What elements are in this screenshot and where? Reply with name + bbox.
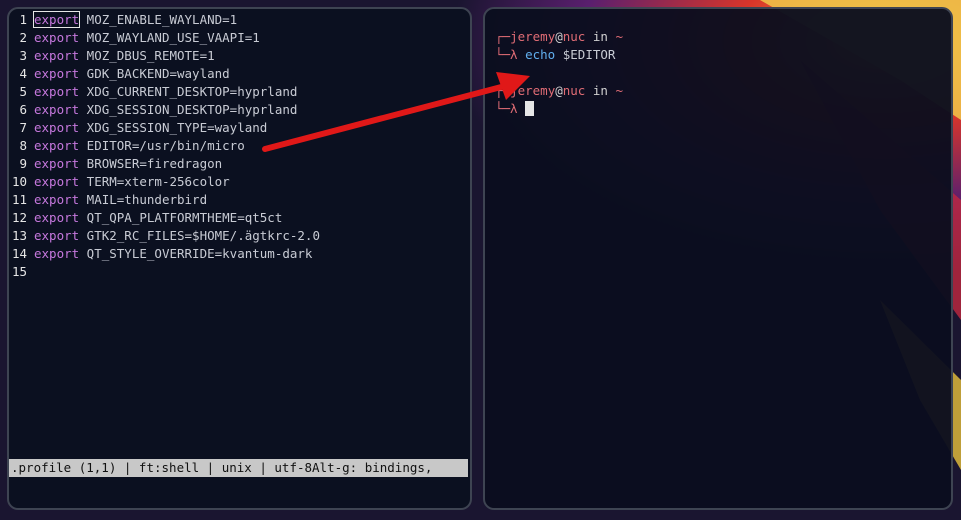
assignment-text: XDG_CURRENT_DESKTOP=hyprland	[79, 84, 298, 99]
lambda-prompt: └─λ	[495, 101, 526, 116]
prompt-line: ┌─jeremy@nuc in ~	[495, 28, 623, 46]
prompt-at: @	[555, 83, 563, 98]
prompt-in: in	[585, 29, 616, 44]
line-number: 7	[19, 120, 27, 135]
line-text: export GTK2_RC_FILES=$HOME/.ägtkrc-2.0	[34, 227, 320, 245]
line-number: 13	[11, 228, 27, 243]
line-number: 4	[19, 66, 27, 81]
lambda-prompt: └─λ	[495, 47, 526, 62]
line-number: 14	[11, 246, 27, 261]
line-text: export TERM=xterm-256color	[34, 173, 230, 191]
line-number: 9	[19, 156, 27, 171]
assignment-text: QT_QPA_PLATFORMTHEME=qt5ct	[79, 210, 283, 225]
line-text: export QT_QPA_PLATFORMTHEME=qt5ct	[34, 209, 282, 227]
prompt-user: jeremy	[510, 83, 556, 98]
keyword-export: export	[34, 192, 80, 207]
keyword-export: export	[34, 30, 80, 45]
assignment-text: MAIL=thunderbird	[79, 192, 208, 207]
prompt-line: ┌─jeremy@nuc in ~	[495, 82, 623, 100]
keyword-export: export	[34, 156, 80, 171]
assignment-text: MOZ_DBUS_REMOTE=1	[79, 48, 215, 63]
empty-output-line	[495, 64, 623, 82]
assignment-text: GDK_BACKEND=wayland	[79, 66, 230, 81]
prompt-bracket: ┌─	[495, 29, 511, 44]
line-number: 10	[11, 174, 27, 189]
assignment-text: XDG_SESSION_TYPE=wayland	[79, 120, 268, 135]
line-number: 8	[19, 138, 27, 153]
command-line: └─λ echo $EDITOR	[495, 46, 623, 64]
assignment-text: EDITOR=/usr/bin/micro	[79, 138, 245, 153]
prompt-user: jeremy	[510, 29, 556, 44]
keyword-export: export	[34, 66, 80, 81]
command-line[interactable]: └─λ	[495, 100, 623, 118]
line-text: export MOZ_WAYLAND_USE_VAAPI=1	[34, 29, 260, 47]
keyword-export: export	[34, 174, 80, 189]
line-number: 1	[19, 12, 27, 27]
keyword-export: export	[34, 138, 80, 153]
assignment-text: MOZ_WAYLAND_USE_VAAPI=1	[79, 30, 260, 45]
prompt-path: ~	[615, 83, 623, 98]
line-text: export QT_STYLE_OVERRIDE=kvantum-dark	[34, 245, 312, 263]
prompt-in: in	[585, 83, 616, 98]
line-number: 12	[11, 210, 27, 225]
line-text: export XDG_CURRENT_DESKTOP=hyprland	[34, 83, 297, 101]
line-number: 3	[19, 48, 27, 63]
command-argument: $EDITOR	[555, 47, 616, 62]
assignment-text: BROWSER=firedragon	[79, 156, 223, 171]
prompt-at: @	[555, 29, 563, 44]
line-number: 2	[19, 30, 27, 45]
keyword-export: export	[34, 102, 80, 117]
keyword-export: export	[34, 246, 80, 261]
assignment-text: XDG_SESSION_DESKTOP=hyprland	[79, 102, 298, 117]
command-name: echo	[525, 47, 556, 62]
prompt-host: nuc	[562, 83, 586, 98]
line-number: 11	[11, 192, 27, 207]
assignment-text: TERM=xterm-256color	[79, 174, 230, 189]
line-text: export MOZ_DBUS_REMOTE=1	[34, 47, 215, 65]
line-text: export XDG_SESSION_DESKTOP=hyprland	[34, 101, 297, 119]
keyword-export: export	[34, 228, 80, 243]
line-text: export MOZ_ENABLE_WAYLAND=1	[32, 11, 238, 29]
prompt-bracket: ┌─	[495, 83, 511, 98]
line-text: export EDITOR=/usr/bin/micro	[34, 137, 245, 155]
line-text: export BROWSER=firedragon	[34, 155, 222, 173]
status-bar: .profile (1,1) | ft:shell | unix | utf-8…	[9, 459, 468, 477]
line-text: export GDK_BACKEND=wayland	[34, 65, 230, 83]
line-number: 6	[19, 102, 27, 117]
keyword-export: export	[34, 48, 80, 63]
editor-pane[interactable]: 1 export MOZ_ENABLE_WAYLAND=1 2 export MOZ_…	[7, 7, 472, 510]
line-text: export XDG_SESSION_TYPE=wayland	[34, 119, 267, 137]
prompt-host: nuc	[562, 29, 586, 44]
line-number: 5	[19, 84, 27, 99]
terminal-output[interactable]: ┌─jeremy@nuc in ~ └─λ echo $EDITOR ┌─jer…	[495, 28, 623, 118]
keyword-export: export	[34, 210, 80, 225]
assignment-text: QT_STYLE_OVERRIDE=kvantum-dark	[79, 246, 313, 261]
keyword-export: export	[34, 120, 80, 135]
line-number: 15	[11, 264, 27, 279]
assignment-text: GTK2_RC_FILES=$HOME/.ägtkrc-2.0	[79, 228, 320, 243]
terminal-cursor	[525, 101, 535, 116]
keyword-export: export	[32, 11, 81, 28]
line-text: export MAIL=thunderbird	[34, 191, 207, 209]
keyword-export: export	[34, 84, 80, 99]
terminal-pane[interactable]: ┌─jeremy@nuc in ~ └─λ echo $EDITOR ┌─jer…	[483, 7, 953, 510]
assignment-text: MOZ_ENABLE_WAYLAND=1	[79, 12, 238, 27]
prompt-path: ~	[615, 29, 623, 44]
